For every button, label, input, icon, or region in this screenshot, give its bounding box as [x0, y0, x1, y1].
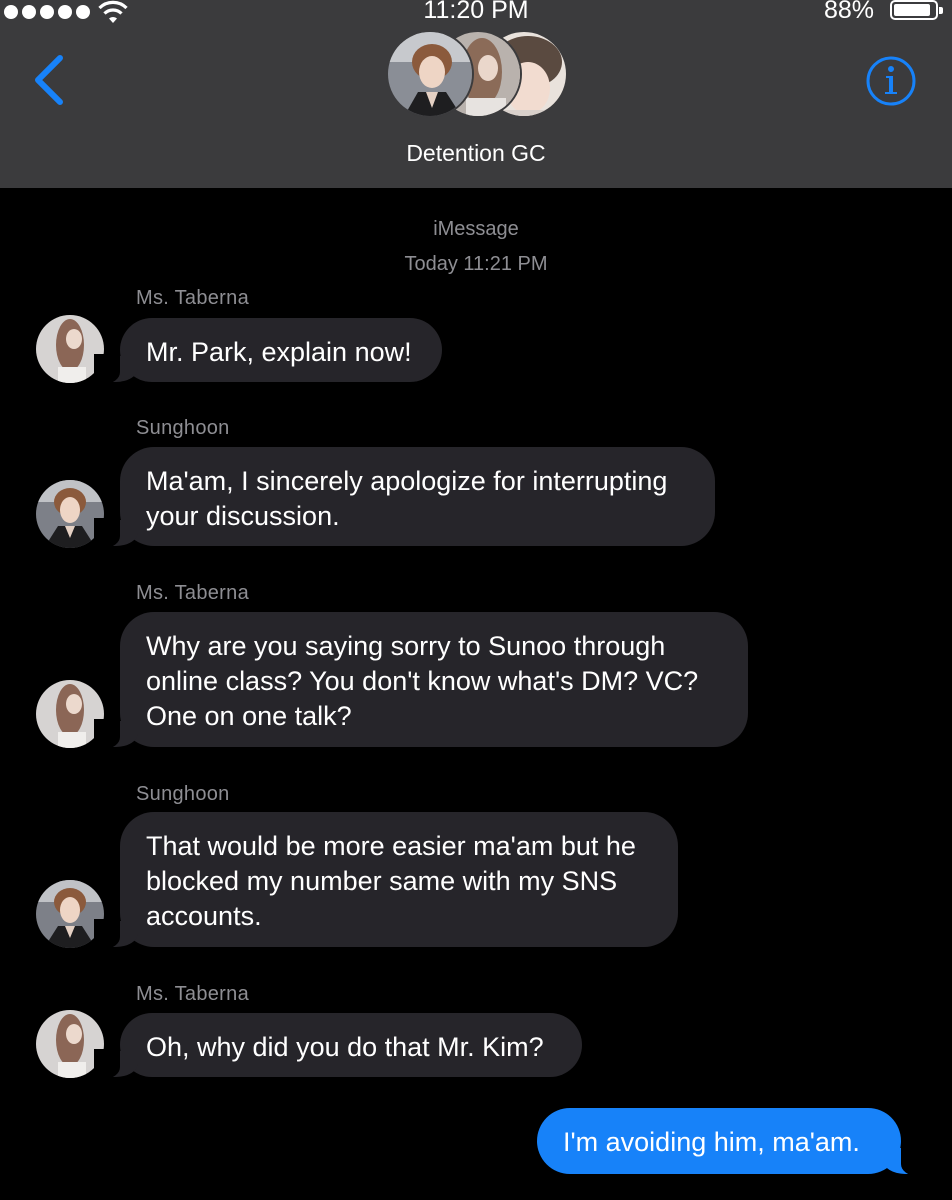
message-bubble-incoming[interactable]: Mr. Park, explain now!: [94, 318, 442, 384]
back-chevron-icon[interactable]: [28, 52, 72, 108]
status-time: 11:20 PM: [423, 0, 529, 24]
status-bar: 11:20 PM 88%: [0, 0, 952, 26]
service-label: iMessage: [433, 218, 519, 240]
battery-icon: [890, 0, 943, 20]
message-bubble-incoming[interactable]: Why are you saying sorry to Sunoo throug…: [94, 612, 748, 749]
message-bubble-incoming[interactable]: Ma'am, I sincerely apologize for interru…: [94, 447, 715, 548]
group-avatar-stack[interactable]: [386, 30, 568, 120]
conversation-header: 11:20 PM 88% Detention GC: [0, 0, 952, 188]
sender-name: Ms. Taberna: [136, 287, 249, 309]
sender-name: Ms. Taberna: [136, 582, 249, 604]
sender-name: Sunghoon: [136, 417, 230, 439]
messages-screen: 11:20 PM 88% Detention GC iMessage Today…: [0, 0, 952, 1200]
conversation-title[interactable]: Detention GC: [0, 140, 952, 167]
message-bubble-incoming[interactable]: Oh, why did you do that Mr. Kim?: [94, 1013, 582, 1079]
message-bubble-incoming[interactable]: That would be more easier ma'am but he b…: [94, 812, 678, 949]
battery-percent: 88%: [823, 0, 874, 24]
sender-name: Ms. Taberna: [136, 983, 249, 1005]
avatar-member-1: [386, 30, 474, 118]
timestamp-label: Today 11:21 PM: [404, 253, 548, 275]
sender-name: Sunghoon: [136, 783, 230, 805]
info-icon[interactable]: [864, 54, 918, 108]
message-bubble-outgoing[interactable]: I'm avoiding him, ma'am.: [537, 1108, 927, 1176]
